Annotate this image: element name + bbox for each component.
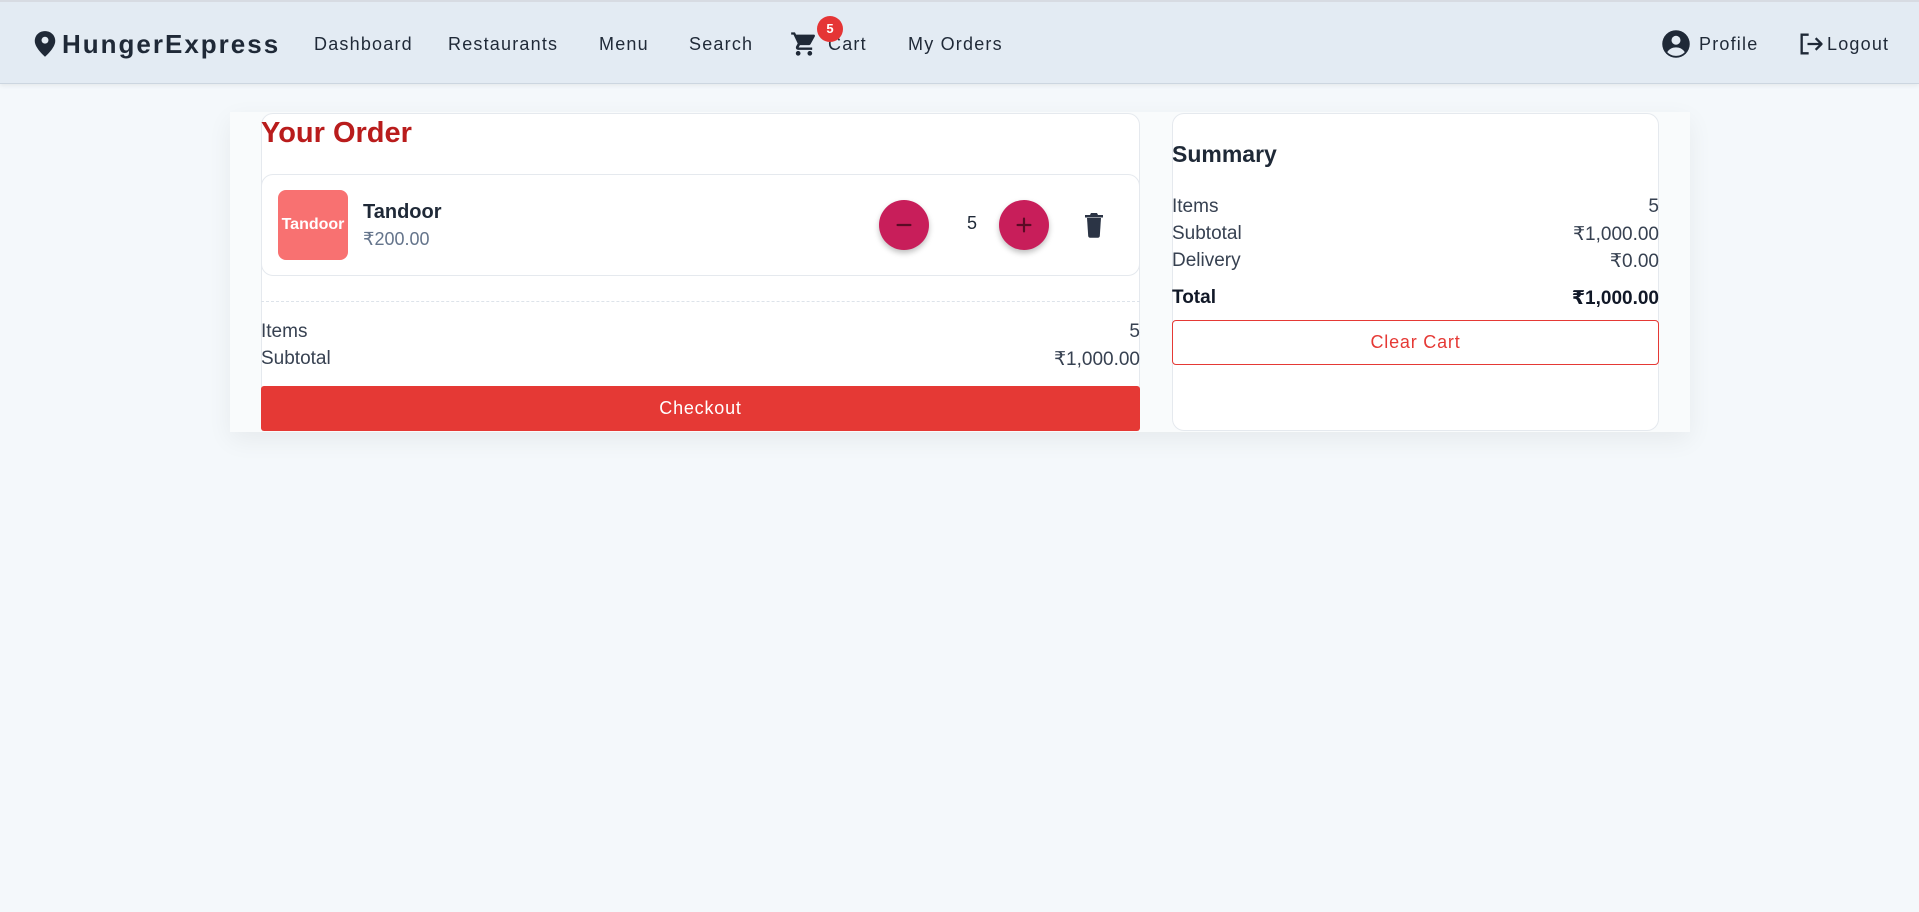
nav-search[interactable]: Search (689, 30, 753, 58)
cart-icon (791, 32, 815, 56)
decrement-quantity-button[interactable] (879, 200, 929, 250)
brand-logo[interactable]: HungerExpress (32, 26, 280, 62)
summary-items-label: Items (1172, 196, 1219, 217)
summary-delivery-label: Delivery (1172, 250, 1241, 271)
location-pin-icon (34, 31, 56, 57)
nav-profile-label: Profile (1699, 34, 1759, 54)
order-items-label: Items (261, 321, 308, 342)
order-divider (261, 301, 1140, 302)
nav-profile[interactable]: Profile (1661, 30, 1758, 58)
nav-logout-label: Logout (1827, 34, 1890, 54)
summary-items-line: Items 5 (1172, 196, 1659, 218)
item-price: ₹200.00 (363, 229, 430, 249)
order-items-value: 5 (1129, 321, 1140, 342)
brand-name: HungerExpress (62, 28, 281, 59)
order-subtotal-label: Subtotal (261, 348, 331, 369)
minus-icon (896, 223, 912, 227)
summary-delivery-line: Delivery ₹0.00 (1172, 250, 1659, 273)
summary-subtotal-line: Subtotal ₹1,000.00 (1172, 223, 1659, 246)
order-items-line: Items 5 (261, 321, 1140, 343)
summary-subtotal-value: ₹1,000.00 (1572, 224, 1659, 245)
summary-title: Summary (1172, 141, 1277, 167)
nav-restaurants[interactable]: Restaurants (448, 30, 558, 58)
item-name: Tandoor (363, 201, 442, 223)
nav-cart[interactable]: Cart 5 (790, 16, 867, 58)
summary-items-value: 5 (1648, 196, 1659, 217)
order-title: Your Order (261, 117, 412, 149)
increment-quantity-button[interactable] (999, 200, 1049, 250)
order-subtotal-value: ₹1,000.00 (1053, 349, 1140, 370)
nav-menu[interactable]: Menu (599, 30, 649, 58)
cart-count-badge: 5 (817, 16, 843, 42)
summary-delivery-value: ₹0.00 (1609, 251, 1659, 272)
summary-total-label: Total (1172, 287, 1216, 308)
nav-dashboard[interactable]: Dashboard (314, 30, 413, 58)
plus-icon (1016, 217, 1032, 233)
cart-item-row: Tandoor Tandoor ₹200.00 5 (261, 174, 1140, 276)
checkout-button[interactable]: Checkout (261, 386, 1140, 431)
trash-icon[interactable] (1082, 211, 1106, 239)
nav-my-orders[interactable]: My Orders (908, 30, 1003, 58)
summary-subtotal-label: Subtotal (1172, 223, 1242, 244)
logout-icon (1800, 33, 1823, 55)
clear-cart-button[interactable]: Clear Cart (1172, 320, 1659, 365)
summary-total-value: ₹1,000.00 (1571, 288, 1659, 309)
item-thumbnail: Tandoor (278, 190, 348, 260)
nav-logout[interactable]: Logout (1797, 30, 1889, 58)
summary-total-line: Total ₹1,000.00 (1172, 287, 1659, 310)
order-subtotal-line: Subtotal ₹1,000.00 (261, 348, 1140, 371)
top-navbar: HungerExpress Dashboard Restaurants Menu… (0, 0, 1919, 84)
item-quantity: 5 (966, 213, 977, 233)
user-circle-icon (1662, 30, 1690, 58)
